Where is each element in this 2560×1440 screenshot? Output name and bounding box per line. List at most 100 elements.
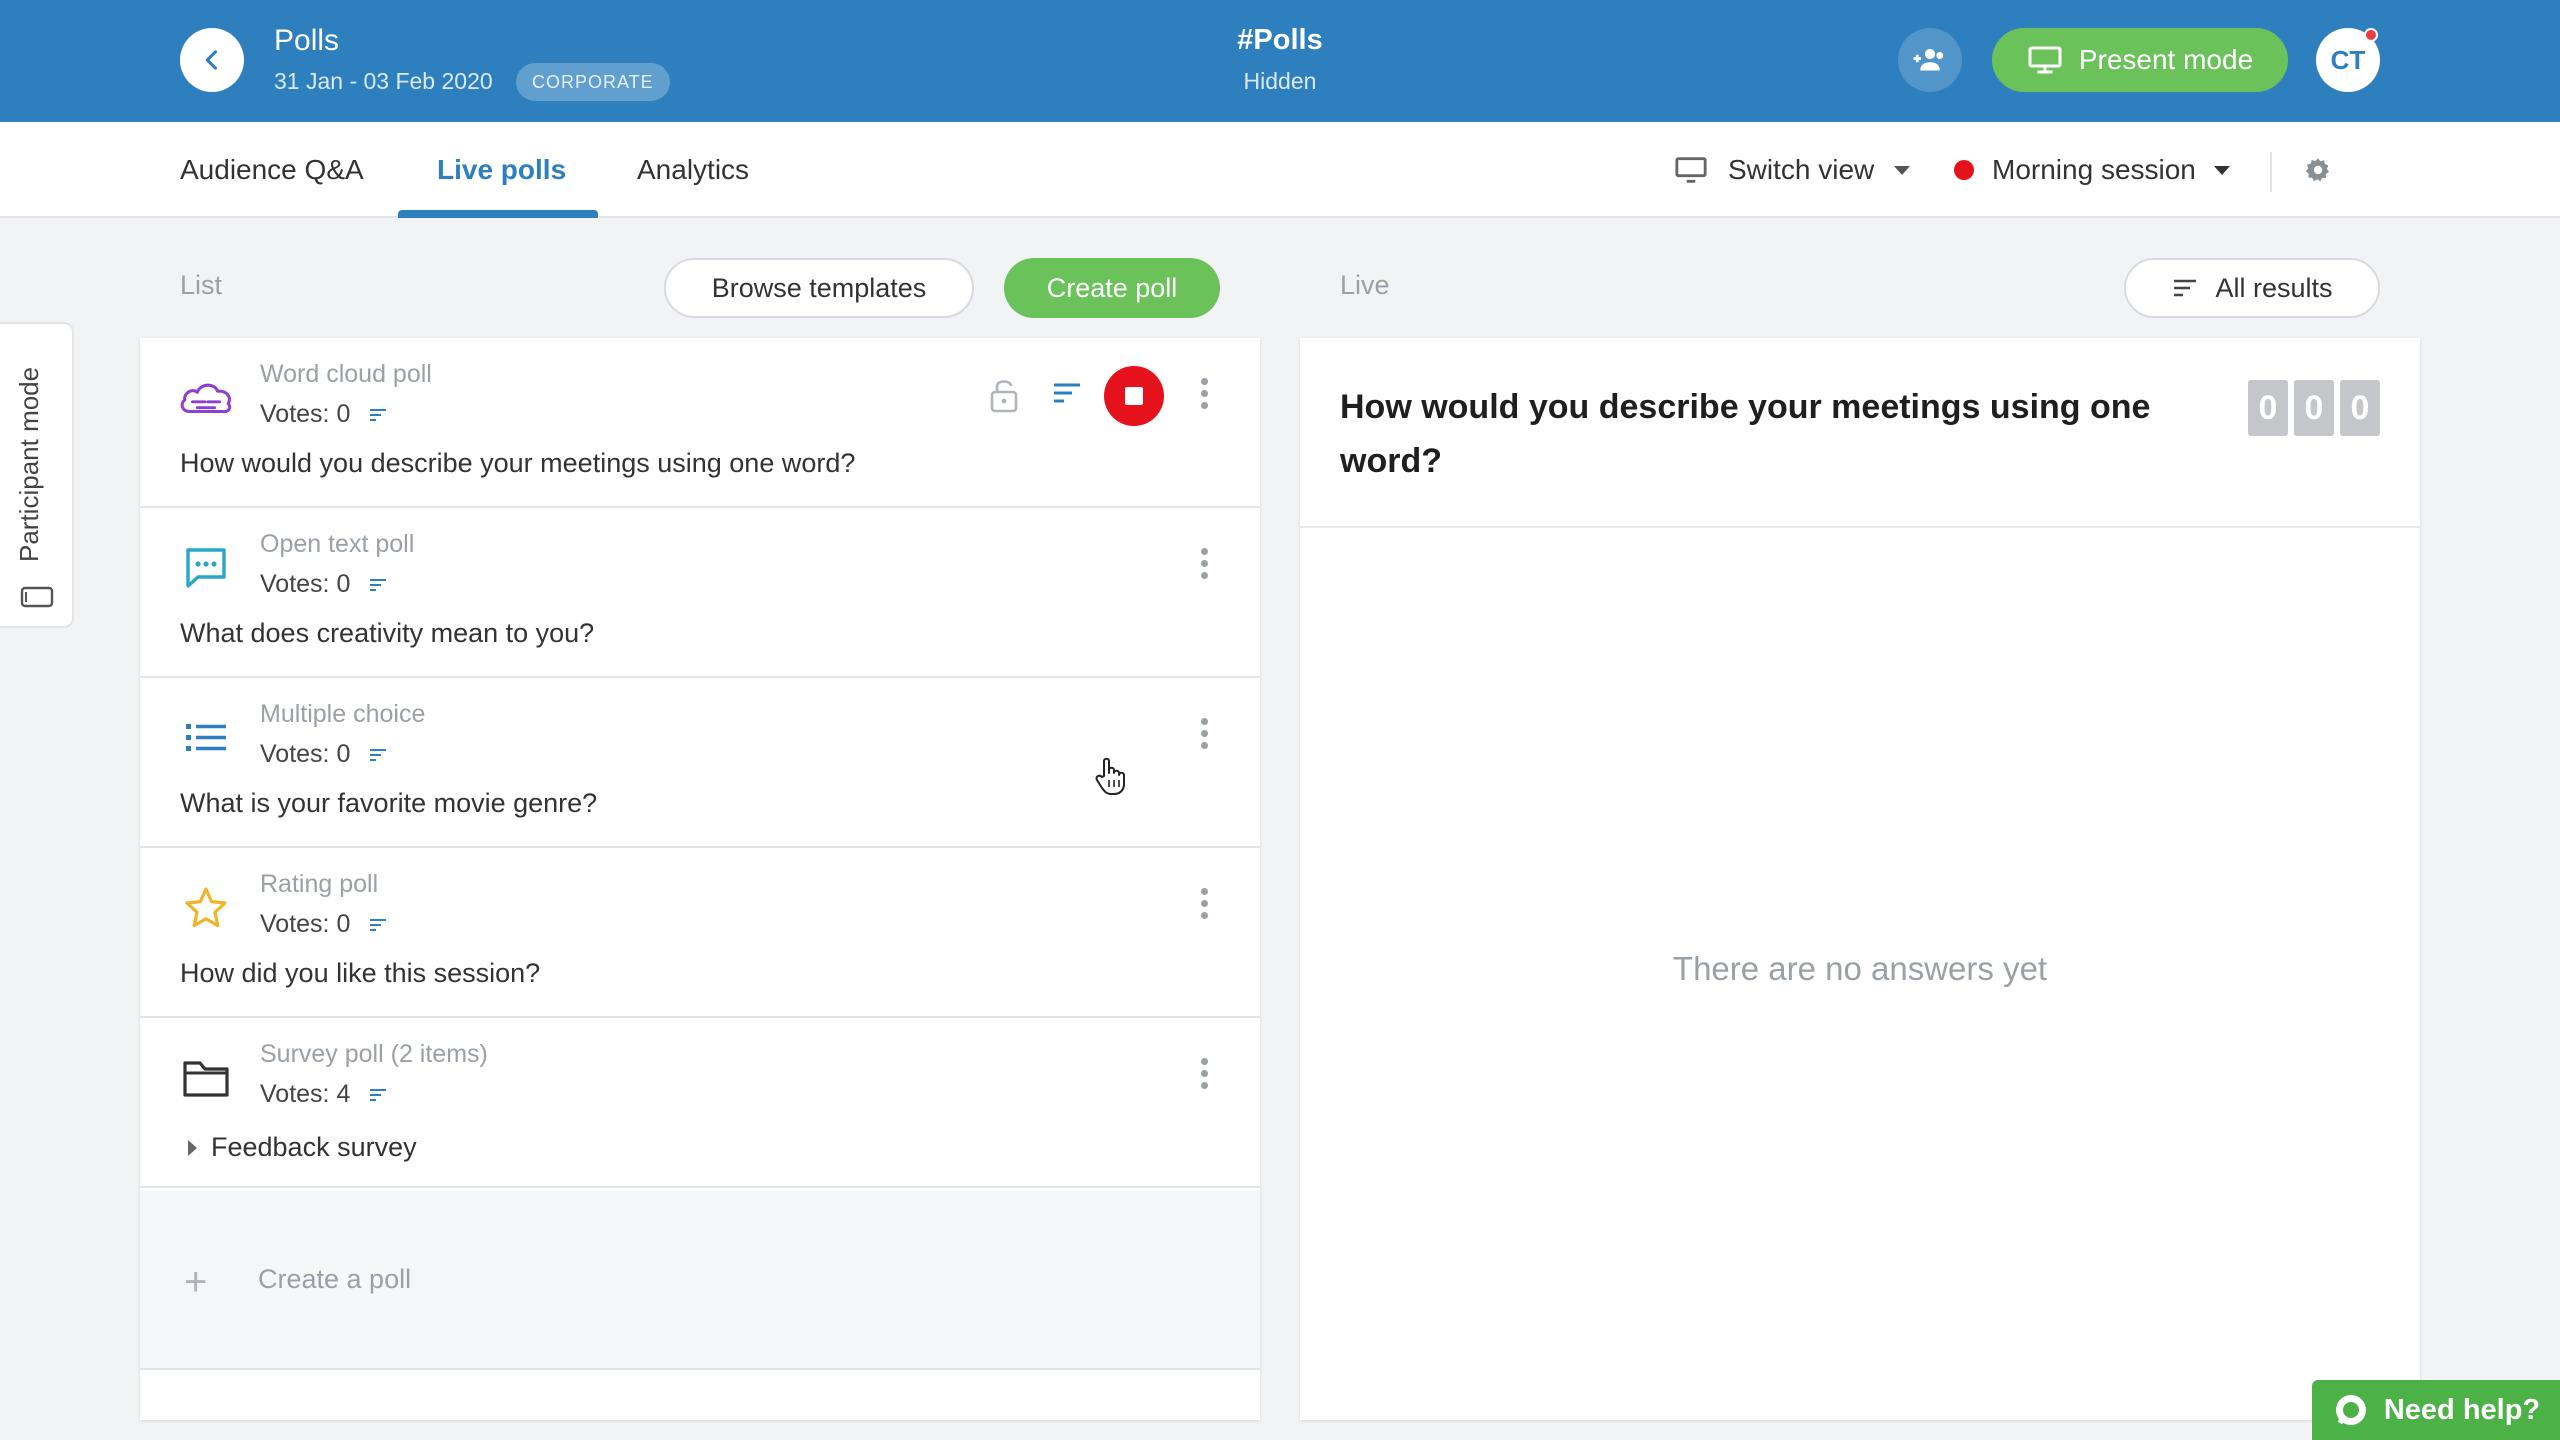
live-question: How would you describe your meetings usi… — [1340, 388, 2151, 480]
poll-item-survey[interactable]: Survey poll (2 items) Votes: 4 Feedback … — [140, 1018, 1260, 1188]
poll-votes-count: Votes: 0 — [260, 740, 351, 768]
lock-icon[interactable] — [988, 376, 1020, 414]
poll-votes-count: Votes: 0 — [260, 400, 351, 428]
tab-audience-qa[interactable]: Audience Q&A — [180, 122, 364, 218]
poll-votes: Votes: 0 — [260, 400, 388, 429]
poll-votes-count: Votes: 4 — [260, 1080, 351, 1108]
more-options-icon[interactable] — [1198, 548, 1210, 588]
poll-votes: Votes: 0 — [260, 740, 388, 769]
poll-type: Multiple choice — [260, 700, 426, 728]
more-options-icon[interactable] — [1198, 1058, 1210, 1098]
plus-icon: + — [184, 1260, 208, 1304]
poll-item-multiple-choice[interactable]: Multiple choice Votes: 0 What is your fa… — [140, 678, 1260, 848]
poll-votes: Votes: 0 — [260, 910, 388, 939]
poll-type: Word cloud poll — [260, 360, 432, 388]
live-heading: Live — [1340, 270, 1390, 300]
active-tab-indicator — [398, 210, 598, 218]
poll-votes: Votes: 4 — [260, 1080, 388, 1109]
presentation-icon — [2028, 46, 2062, 74]
list-icon — [178, 710, 234, 766]
chevron-left-icon — [205, 50, 218, 70]
tab-live-polls[interactable]: Live polls — [437, 122, 566, 218]
session-label: Morning session — [1992, 154, 2196, 185]
counter-digit: 0 — [2294, 380, 2334, 436]
switch-view-label: Switch view — [1728, 154, 1875, 185]
hand-cursor-icon — [1095, 757, 1125, 795]
results-icon[interactable] — [1050, 376, 1084, 410]
empty-state-text: There are no answers yet — [1672, 950, 2048, 987]
poll-item-open-text[interactable]: Open text poll Votes: 0 What does creati… — [140, 508, 1260, 678]
list-heading: List — [180, 270, 223, 300]
expand-arrow-icon — [188, 1139, 197, 1156]
survey-sub-item-label: Feedback survey — [211, 1132, 417, 1162]
browse-templates-button[interactable]: Browse templates — [664, 258, 974, 318]
stop-icon — [1125, 387, 1143, 405]
gear-icon — [2305, 158, 2330, 182]
folder-icon — [178, 1050, 234, 1106]
settings-button[interactable] — [2300, 152, 2336, 188]
room-status: Hidden — [1243, 68, 1317, 94]
device-icon — [20, 586, 54, 608]
poll-votes-count: Votes: 0 — [260, 570, 351, 598]
word-cloud-icon — [178, 370, 234, 426]
chat-bubble-icon — [178, 540, 234, 596]
live-poll-header: How would you describe your meetings usi… — [1300, 338, 2420, 528]
create-poll-button[interactable]: Create poll — [1004, 258, 1220, 318]
top-bar: Polls 31 Jan - 03 Feb 2020 CORPORATE #Po… — [0, 0, 2560, 122]
participant-mode-label: Participant mode — [14, 366, 44, 562]
participant-mode-tab[interactable]: Participant mode — [0, 322, 74, 628]
tab-bar: Audience Q&A Live polls Analytics Switch… — [0, 122, 2560, 218]
poll-item-rating[interactable]: Rating poll Votes: 0 How did you like th… — [140, 848, 1260, 1018]
counter-digit: 0 — [2340, 380, 2380, 436]
stop-poll-button[interactable] — [1104, 366, 1164, 426]
results-lines-icon[interactable] — [368, 1087, 388, 1103]
poll-type: Rating poll — [260, 870, 379, 898]
more-options-icon[interactable] — [1198, 718, 1210, 758]
back-button[interactable] — [180, 28, 244, 92]
create-a-poll-row[interactable]: + Create a poll — [140, 1190, 1260, 1370]
need-help-button[interactable]: Need help? — [2312, 1380, 2560, 1440]
star-icon — [178, 880, 234, 936]
present-mode-button[interactable]: Present mode — [1992, 28, 2288, 92]
avatar-initials: CT — [2330, 44, 2366, 75]
poll-question: How did you like this session? — [180, 958, 541, 988]
monitor-icon — [1675, 157, 1707, 183]
poll-question: How would you describe your meetings usi… — [180, 448, 856, 478]
all-results-label: All results — [2215, 272, 2333, 303]
add-users-button[interactable] — [1898, 28, 1962, 92]
all-results-button[interactable]: All results — [2124, 258, 2380, 318]
survey-sub-item[interactable]: Feedback survey — [188, 1132, 417, 1163]
create-a-poll-label: Create a poll — [258, 1264, 412, 1294]
add-users-icon — [1913, 48, 1944, 71]
chevron-down-icon — [1894, 165, 1911, 175]
toolbar-divider — [2270, 152, 2272, 192]
switch-view-dropdown[interactable]: Switch view — [1674, 122, 1911, 218]
results-lines-icon[interactable] — [368, 747, 388, 763]
vote-counter: 0 0 0 — [2248, 380, 2380, 436]
counter-digit: 0 — [2248, 380, 2288, 436]
results-lines-icon[interactable] — [368, 577, 388, 593]
session-dropdown[interactable]: Morning session — [1954, 122, 2230, 218]
more-options-icon[interactable] — [1198, 888, 1210, 928]
results-icon — [2174, 279, 2197, 297]
chevron-down-icon — [2213, 165, 2230, 175]
more-options-icon[interactable] — [1198, 378, 1210, 418]
results-lines-icon[interactable] — [368, 917, 388, 933]
results-lines-icon[interactable] — [368, 407, 388, 423]
notification-dot — [2364, 28, 2378, 42]
poll-question: What is your favorite movie genre? — [180, 788, 598, 818]
event-dates: 31 Jan - 03 Feb 2020 — [274, 68, 493, 94]
chat-icon — [2335, 1395, 2366, 1425]
room-title: #Polls — [1237, 24, 1323, 56]
poll-votes-count: Votes: 0 — [260, 910, 351, 938]
poll-type: Open text poll — [260, 530, 415, 558]
event-title: Polls — [274, 24, 340, 57]
poll-item-word-cloud[interactable]: Word cloud poll Votes: 0 How would you d… — [140, 338, 1260, 508]
need-help-label: Need help? — [2383, 1393, 2541, 1426]
user-avatar[interactable]: CT — [2316, 28, 2380, 92]
tab-analytics[interactable]: Analytics — [637, 122, 749, 218]
live-poll-panel: How would you describe your meetings usi… — [1300, 338, 2420, 1420]
present-mode-label: Present mode — [2078, 44, 2254, 75]
poll-question: What does creativity mean to you? — [180, 618, 595, 648]
poll-votes: Votes: 0 — [260, 570, 388, 599]
